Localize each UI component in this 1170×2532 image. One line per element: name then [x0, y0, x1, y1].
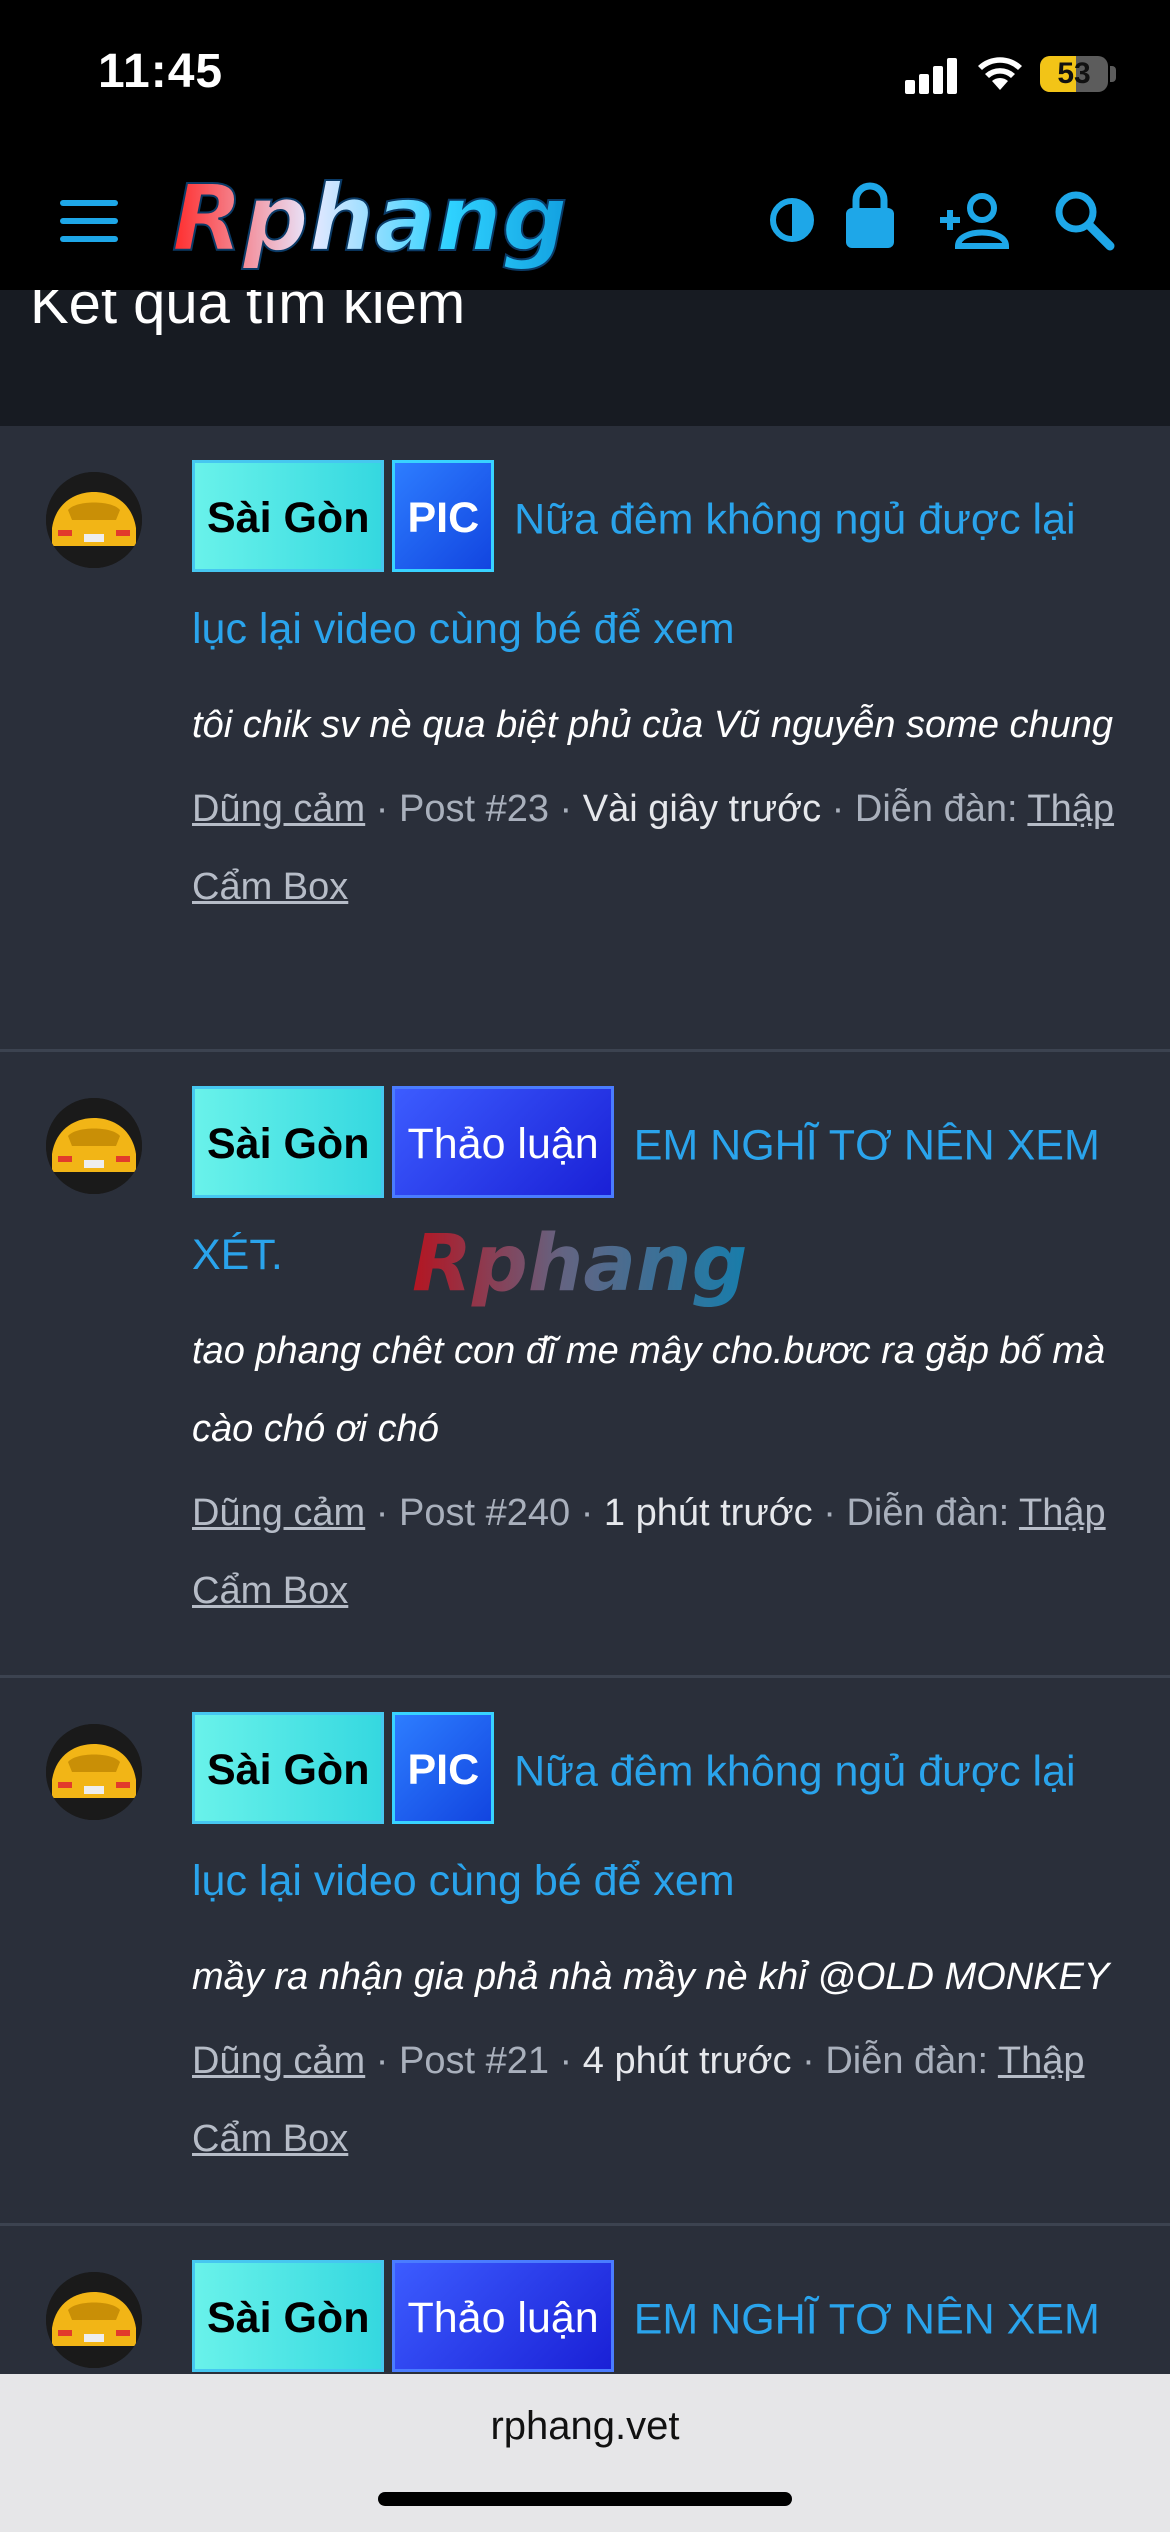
page-title: Kết quả tìm kiếm [30, 290, 466, 336]
battery-cap [1110, 66, 1116, 82]
meta-separator: · [559, 788, 583, 830]
result-meta: Dũng cảm · Post #240 · 1 phút trước · Di… [192, 1474, 1122, 1630]
watermark-logo: Rphang [412, 1219, 747, 1308]
result-snippet: mầy ra nhận gia phả nhà mầy nè khỉ @OLD … [192, 1956, 1110, 1998]
post-time: 1 phút trước [603, 1492, 813, 1534]
result-item[interactable]: Sài Gòn PIC Nữa đêm không ngủ được lại lụ… [0, 426, 1170, 1052]
lock-icon[interactable] [830, 174, 910, 254]
post-time: Vài giây trước [582, 788, 822, 830]
meta-separator: · [823, 1492, 847, 1534]
avatar[interactable] [46, 2272, 142, 2368]
badge-thao-luan[interactable]: Thảo luận [392, 1086, 614, 1198]
browser-url-bar[interactable]: rphang.vet [0, 2374, 1170, 2532]
battery-percent: 53 [1057, 57, 1091, 90]
result-item[interactable]: Sài Gòn Thảo luận EM NGHĨ TƠ NÊN XEM XÉT.… [0, 1052, 1170, 1678]
meta-separator: · [375, 788, 399, 830]
meta-separator: · [831, 788, 855, 830]
home-indicator[interactable] [378, 2492, 792, 2506]
author-link[interactable]: Dũng cảm [192, 1492, 365, 1534]
wifi-icon [978, 57, 1022, 90]
site-logo[interactable]: Rphang [162, 164, 722, 274]
badge-pic[interactable]: PIC [392, 460, 495, 572]
meta-separator: · [375, 2040, 399, 2082]
watermark-text: Rphang [412, 1219, 747, 1308]
post-number: Post #240 [398, 1492, 571, 1534]
cellular-signal-icon [905, 58, 959, 94]
battery-icon: 53 [1040, 56, 1108, 92]
contrast-icon[interactable] [752, 180, 832, 260]
result-title-line[interactable]: Sài Gòn Thảo luận EM NGHĨ TƠ NÊN XEM [192, 2260, 1122, 2378]
result-title-line[interactable]: Sài Gòn PIC Nữa đêm không ngủ được lại lụ… [192, 1712, 1122, 1932]
forum-label: Diễn đàn: [846, 1492, 1010, 1534]
browser-url[interactable]: rphang.vet [0, 2404, 1170, 2449]
page-title-band: Kết quả tìm kiếm [0, 290, 1170, 426]
meta-separator: · [559, 2040, 583, 2082]
meta-separator: · [375, 1492, 399, 1534]
result-meta: Dũng cảm · Post #21 · 4 phút trước · Diễ… [192, 2022, 1122, 2178]
forum-label: Diễn đàn: [854, 788, 1018, 830]
result-snippet: tôi chik sv nè qua biệt phủ của Vũ nguyễ… [192, 704, 1114, 746]
result-item[interactable]: Sài Gòn PIC Nữa đêm không ngủ được lại lụ… [0, 1678, 1170, 2226]
avatar[interactable] [46, 472, 142, 568]
status-time: 11:45 [98, 45, 224, 98]
badge-sai-gon[interactable]: Sài Gòn [192, 1712, 385, 1824]
badge-sai-gon[interactable]: Sài Gòn [192, 1086, 385, 1198]
post-number: Post #23 [398, 788, 549, 830]
forum-label: Diễn đàn: [825, 2040, 988, 2082]
add-user-icon[interactable] [936, 180, 1016, 260]
avatar[interactable] [46, 1724, 142, 1820]
badge-thao-luan[interactable]: Thảo luận [392, 2260, 614, 2372]
result-meta: Dũng cảm · Post #23 · Vài giây trước · D… [192, 770, 1122, 926]
result-title-line[interactable]: Sài Gòn PIC Nữa đêm không ngủ được lại lụ… [192, 460, 1122, 680]
meta-separator: · [802, 2040, 826, 2082]
badge-sai-gon[interactable]: Sài Gòn [192, 460, 385, 572]
post-number: Post #21 [398, 2040, 549, 2082]
author-link[interactable]: Dũng cảm [192, 2040, 365, 2082]
author-link[interactable]: Dũng cảm [192, 788, 365, 830]
search-results-list: Sài Gòn PIC Nữa đêm không ngủ được lại lụ… [0, 426, 1170, 2526]
meta-separator: · [580, 1492, 604, 1534]
badge-pic[interactable]: PIC [392, 1712, 495, 1824]
avatar[interactable] [46, 1098, 142, 1194]
menu-icon[interactable] [60, 200, 118, 242]
post-time: 4 phút trước [582, 2040, 792, 2082]
status-bar: 11:45 53 [0, 0, 1170, 150]
badge-sai-gon[interactable]: Sài Gòn [192, 2260, 385, 2372]
logo-text: Rphang [172, 165, 568, 272]
search-icon[interactable] [1044, 180, 1124, 260]
result-title-link[interactable]: EM NGHĨ TƠ NÊN XEM [634, 2295, 1100, 2343]
result-snippet: tao phang chêt con đĩ me mây cho.bươc ra… [192, 1330, 1106, 1450]
site-header: Rphang [0, 150, 1170, 290]
